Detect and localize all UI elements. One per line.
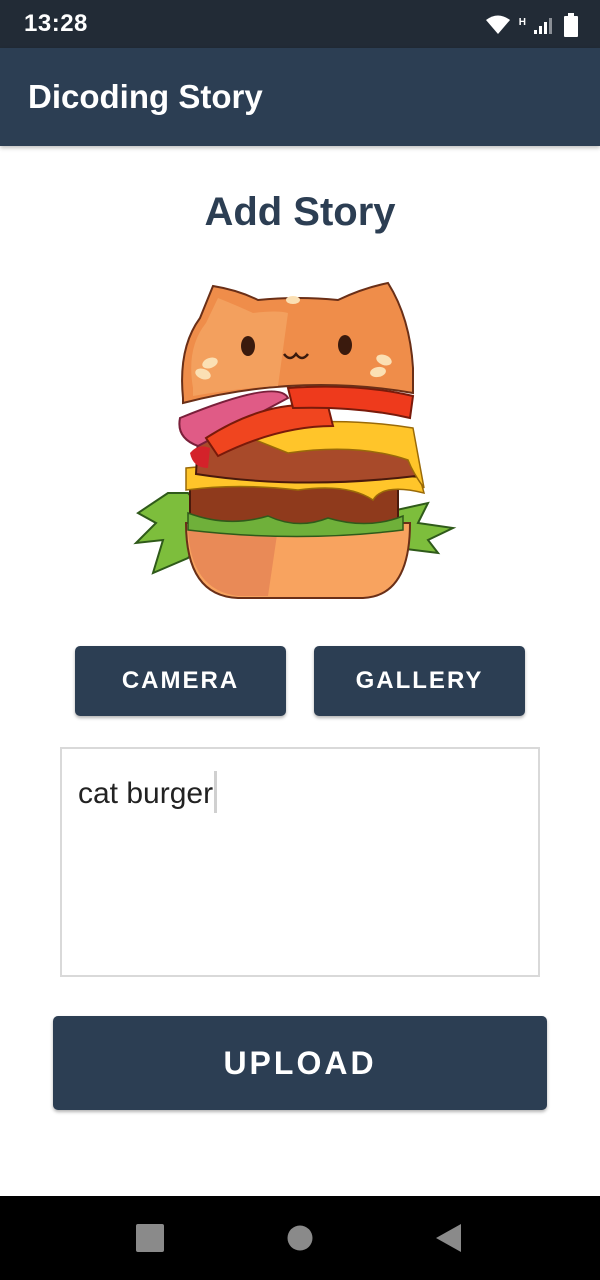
cat-eye-left [241, 336, 255, 356]
cat-burger-image [133, 281, 457, 599]
gallery-button[interactable]: GALLERY [314, 646, 525, 716]
camera-button[interactable]: CAMERA [75, 646, 286, 716]
recents-icon[interactable] [136, 1224, 164, 1252]
description-input[interactable]: cat burger [60, 747, 540, 977]
status-icons: H [485, 12, 578, 38]
page-title: Add Story [204, 190, 396, 234]
status-bar: 13:28 H [0, 0, 600, 48]
home-icon[interactable] [287, 1225, 313, 1251]
app-title: Dicoding Story [28, 78, 263, 115]
network-type-label: H [518, 16, 526, 28]
status-time: 13:28 [24, 10, 88, 37]
back-icon[interactable] [436, 1224, 461, 1252]
app-bar: Dicoding Story [0, 48, 600, 146]
wifi-icon [485, 15, 510, 34]
upload-button[interactable]: UPLOAD [53, 1016, 547, 1110]
signal-icon [534, 18, 552, 34]
battery-icon [564, 13, 578, 37]
cat-eye-right [338, 335, 352, 355]
nav-bar [0, 1196, 600, 1280]
description-text: cat burger [78, 777, 214, 810]
text-cursor [214, 771, 218, 813]
